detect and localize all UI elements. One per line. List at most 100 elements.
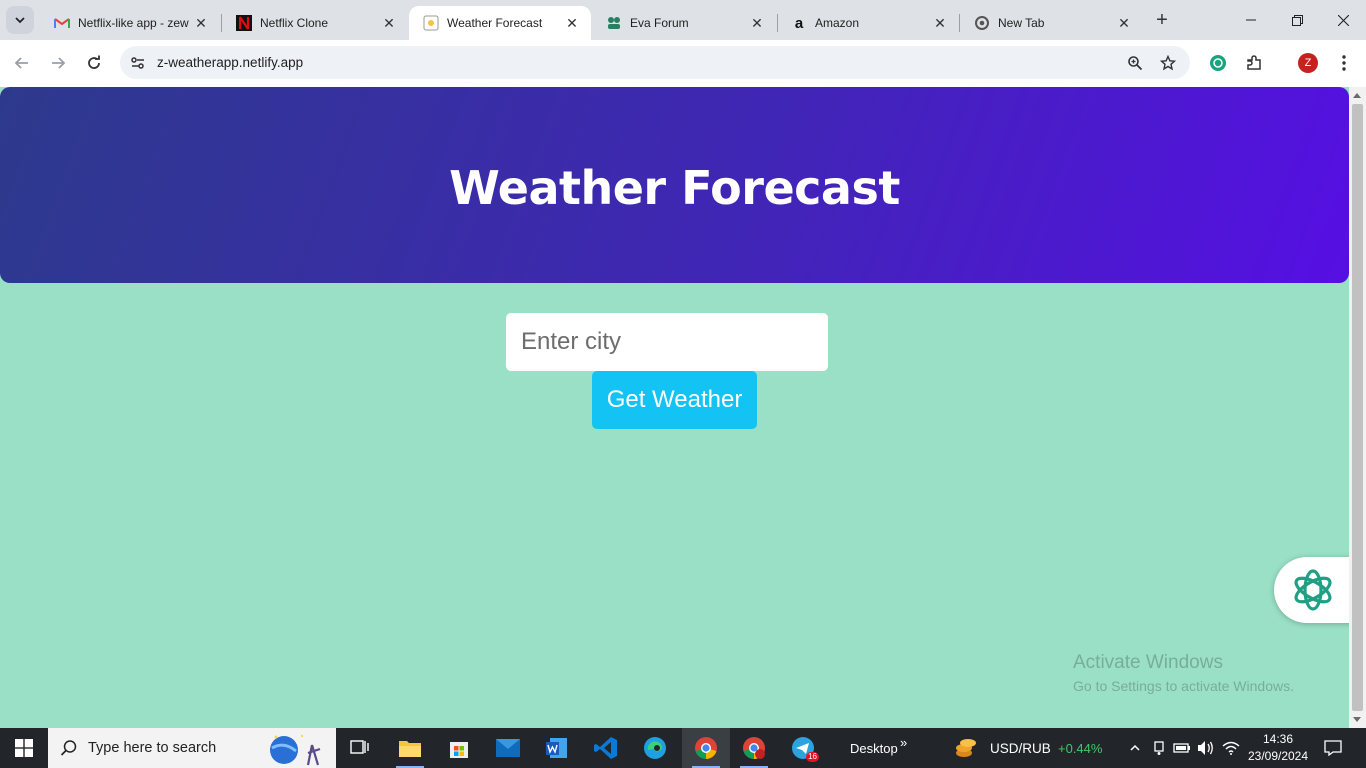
scroll-thumb[interactable] — [1352, 104, 1363, 711]
close-icon[interactable]: ✕ — [1115, 14, 1133, 32]
tab-eva-forum[interactable]: Eva Forum ✕ — [592, 6, 776, 40]
site-settings-icon[interactable] — [128, 53, 148, 73]
gmail-icon — [54, 15, 70, 31]
windows-logo-icon — [15, 739, 33, 757]
close-icon[interactable]: ✕ — [931, 14, 949, 32]
edge-app[interactable] — [631, 728, 679, 768]
tab-title: Netflix-like app - zew — [78, 16, 189, 30]
forward-button[interactable] — [45, 50, 71, 76]
tab-netflix-clone[interactable]: Netflix Clone ✕ — [222, 6, 408, 40]
weather-page-icon — [423, 15, 439, 31]
chevron-down-icon — [15, 17, 25, 24]
task-view-icon — [350, 740, 369, 754]
page-header: Weather Forecast — [0, 87, 1349, 283]
coins-icon — [956, 739, 976, 757]
file-explorer-app[interactable] — [386, 728, 434, 768]
search-highlight-icon — [262, 731, 328, 768]
openai-logo-icon — [1294, 569, 1332, 611]
back-button[interactable] — [9, 50, 35, 76]
wifi-icon[interactable] — [1222, 739, 1240, 757]
chevron-up-icon[interactable] — [1126, 739, 1144, 757]
page-title: Weather Forecast — [449, 161, 900, 215]
ticker-symbol[interactable]: USD/RUB — [990, 728, 1051, 768]
notifications-icon[interactable] — [1324, 739, 1342, 757]
new-tab-button[interactable]: + — [1150, 8, 1174, 32]
tab-strip: Netflix-like app - zew ✕ Netflix Clone ✕… — [0, 0, 1366, 40]
close-icon[interactable]: ✕ — [563, 14, 581, 32]
clock-time: 14:36 — [1262, 732, 1294, 746]
store-icon — [450, 742, 468, 758]
minimize-button[interactable] — [1228, 0, 1274, 40]
bookmark-star-icon[interactable] — [1158, 53, 1178, 73]
battery-icon[interactable] — [1173, 739, 1191, 757]
close-window-button[interactable] — [1320, 0, 1366, 40]
get-weather-button[interactable]: Get Weather — [592, 371, 757, 429]
arrow-left-icon — [14, 57, 28, 69]
word-icon — [546, 738, 567, 758]
tab-title: Amazon — [815, 16, 860, 30]
floating-assistant-widget[interactable] — [1274, 557, 1349, 623]
taskbar-search-box[interactable]: Type here to search — [48, 728, 336, 768]
tab-amazon[interactable]: a Amazon ✕ — [777, 6, 959, 40]
clock-date: 23/09/2024 — [1247, 749, 1309, 763]
toolbar-overflow-chevrons[interactable]: » — [900, 722, 907, 762]
task-view-button[interactable] — [336, 728, 384, 768]
extensions-puzzle-icon[interactable] — [1243, 52, 1265, 74]
scroll-up-icon[interactable] — [1353, 93, 1361, 98]
reload-icon — [88, 55, 100, 69]
restore-icon — [1291, 14, 1303, 26]
mail-app[interactable] — [484, 728, 532, 768]
scroll-down-icon[interactable] — [1353, 717, 1361, 722]
chrome-icon — [974, 15, 990, 31]
edge-icon — [644, 737, 666, 759]
tab-title: New Tab — [998, 16, 1045, 30]
url-text: z-weatherapp.netlify.app — [157, 55, 304, 70]
chrome-icon — [695, 737, 717, 759]
desktop-toolbar[interactable]: Desktop — [850, 728, 898, 768]
forum-icon — [606, 15, 622, 31]
restore-button[interactable] — [1274, 0, 1320, 40]
tab-title: Weather Forecast — [447, 16, 543, 30]
coins-widget[interactable] — [946, 728, 986, 768]
address-bar[interactable]: z-weatherapp.netlify.app — [120, 46, 1190, 79]
tab-title: Eva Forum — [630, 16, 689, 30]
browser-toolbar: z-weatherapp.netlify.app Z — [0, 40, 1366, 87]
tab-title: Netflix Clone — [260, 16, 329, 30]
start-button[interactable] — [0, 728, 48, 768]
chrome-icon — [743, 737, 765, 759]
vertical-scrollbar[interactable] — [1349, 87, 1366, 728]
device-icon[interactable] — [1150, 739, 1168, 757]
city-input[interactable] — [506, 313, 828, 371]
vscode-app[interactable] — [582, 728, 630, 768]
profile-avatar[interactable]: Z — [1298, 53, 1318, 73]
activate-windows-watermark: Activate Windows Go to Settings to activ… — [1073, 652, 1294, 694]
netflix-icon — [236, 15, 252, 31]
microsoft-store-app[interactable] — [435, 728, 483, 768]
mail-icon — [496, 739, 520, 757]
minimize-icon — [1246, 19, 1256, 21]
close-icon[interactable]: ✕ — [192, 14, 210, 32]
chrome-app-active[interactable] — [682, 728, 730, 768]
reload-button[interactable] — [81, 50, 107, 76]
tab-search-button[interactable] — [6, 6, 34, 34]
arrow-right-icon — [52, 57, 66, 69]
system-clock[interactable]: 14:36 23/09/2024 — [1242, 731, 1314, 765]
close-icon — [1337, 14, 1349, 26]
word-app[interactable] — [533, 728, 581, 768]
tab-new-tab[interactable]: New Tab ✕ — [960, 6, 1143, 40]
watermark-title: Activate Windows — [1073, 652, 1223, 673]
zoom-icon[interactable] — [1125, 53, 1145, 73]
telegram-badge: 16 — [806, 752, 819, 762]
amazon-icon: a — [794, 14, 804, 32]
watermark-subtitle: Go to Settings to activate Windows. — [1073, 678, 1294, 694]
chatgpt-extension-icon[interactable] — [1207, 52, 1229, 74]
tab-netflix-like-app[interactable]: Netflix-like app - zew ✕ — [40, 6, 220, 40]
volume-icon[interactable] — [1197, 739, 1215, 757]
telegram-app[interactable]: 16 — [779, 728, 827, 768]
windows-taskbar: Type here to search 16 Desktop » USD/RUB… — [0, 728, 1366, 768]
more-menu-icon[interactable] — [1333, 52, 1355, 74]
close-icon[interactable]: ✕ — [748, 14, 766, 32]
tab-weather-forecast[interactable]: Weather Forecast ✕ — [409, 6, 591, 40]
chrome-profile-app[interactable] — [730, 728, 778, 768]
close-icon[interactable]: ✕ — [380, 14, 398, 32]
